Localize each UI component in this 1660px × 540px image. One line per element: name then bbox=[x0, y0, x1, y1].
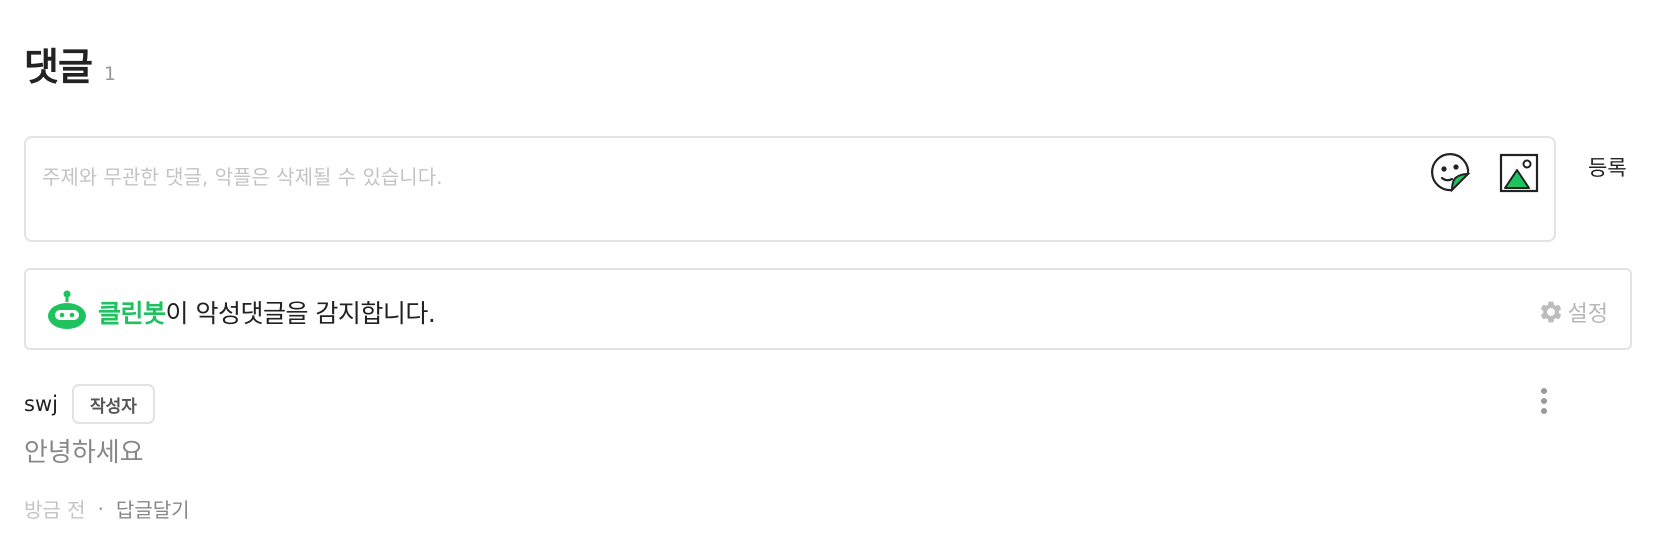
more-options-icon[interactable] bbox=[1538, 388, 1550, 416]
comments-title: 댓글 bbox=[24, 45, 93, 89]
gear-icon bbox=[1540, 301, 1561, 323]
submit-button[interactable]: 등록 bbox=[1588, 152, 1627, 182]
comment-author-row: swj 작성자 bbox=[24, 384, 1564, 424]
cleanbot-description: 이 악성댓글을 감지합니다. bbox=[165, 299, 436, 328]
cleanbot-message: 클린봇이 악성댓글을 감지합니다. bbox=[98, 294, 436, 330]
cleanbot-robot-icon bbox=[46, 290, 88, 330]
comment-meta: 방금 전 · 답글달기 bbox=[24, 494, 190, 523]
comments-header: 댓글 1 bbox=[24, 36, 116, 91]
author-badge: 작성자 bbox=[71, 384, 155, 424]
meta-separator: · bbox=[97, 496, 104, 521]
sticker-icon[interactable] bbox=[1430, 152, 1472, 194]
cleanbot-bar: 클린봇이 악성댓글을 감지합니다. 설정 bbox=[24, 268, 1632, 350]
image-upload-icon[interactable] bbox=[1498, 152, 1540, 194]
settings-label: 설정 bbox=[1567, 302, 1608, 327]
cleanbot-name: 클린봇 bbox=[98, 299, 166, 328]
cleanbot-settings-button[interactable]: 설정 bbox=[1538, 296, 1608, 328]
author-name[interactable]: swj bbox=[24, 392, 58, 416]
comment-timestamp: 방금 전 bbox=[24, 498, 86, 522]
reply-button[interactable]: 답글달기 bbox=[116, 494, 190, 523]
comments-count: 1 bbox=[103, 63, 117, 85]
comment-text: 안녕하세요 bbox=[24, 438, 144, 468]
comment-input[interactable] bbox=[42, 158, 1342, 196]
comment-item: swj 작성자 안녕하세요 방금 전 · 답글달기 bbox=[24, 384, 1564, 534]
comments-section: 댓글 1 등록 bbox=[0, 0, 1660, 540]
comment-form bbox=[24, 136, 1556, 242]
